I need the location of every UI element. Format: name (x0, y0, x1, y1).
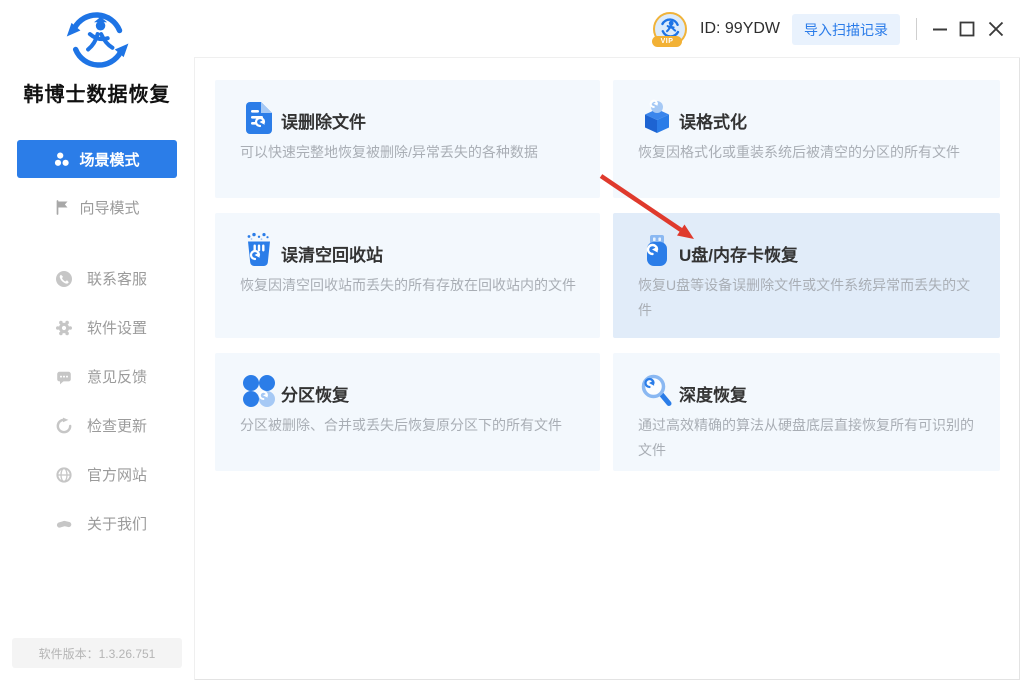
sidebar-item-settings[interactable]: 软件设置 (0, 303, 194, 352)
maximize-button[interactable] (955, 17, 979, 41)
card-title: U盘/内存卡恢复 (679, 246, 798, 265)
flag-icon (57, 200, 68, 215)
sidebar-item-label: 检查更新 (87, 418, 148, 435)
magnifier-restore-icon (641, 374, 672, 406)
card-title: 分区恢复 (281, 386, 349, 405)
card-title: 误清空回收站 (281, 246, 383, 265)
minimize-icon (933, 28, 947, 31)
card-description: 恢复因格式化或重装系统后被清空的分区的所有文件 (638, 144, 960, 160)
card-description: 恢复因清空回收站而丢失的所有存放在回收站内的文件 (240, 277, 576, 293)
card-usb-recovery[interactable]: U盘/内存卡恢复 恢复U盘等设备误删除文件或文件系统异常而丢失的文件 (613, 213, 1000, 338)
version-label: 软件版本：1.3.26.751 (12, 638, 182, 668)
cube-restore-icon (645, 99, 669, 133)
sidebar-item-label: 官方网站 (87, 467, 148, 484)
vip-badge: VIP (652, 36, 682, 47)
sidebar-menu: 联系客服 软件设置 意见反馈 检查更新 官方网站 关于我们 (0, 254, 194, 548)
vip-avatar[interactable]: VIP (652, 12, 687, 47)
partition-restore-icon (243, 375, 275, 407)
usb-restore-icon (646, 235, 667, 266)
sidebar-item-about-us[interactable]: 关于我们 (0, 499, 194, 548)
sidebar-item-label: 意见反馈 (87, 369, 148, 386)
import-scan-records-button[interactable]: 导入扫描记录 (792, 14, 900, 45)
phone-icon (56, 270, 72, 287)
comment-icon (57, 371, 71, 384)
app-title: 韩博士数据恢复 (23, 84, 171, 106)
card-description: 通过高效精确的算法从硬盘底层直接恢复所有可识别的文件 (638, 417, 974, 458)
card-partition-recovery[interactable]: 分区恢复 分区被删除、合并或丢失后恢复原分区下的所有文件 (215, 353, 600, 471)
sidebar-item-label: 联系客服 (87, 271, 148, 288)
close-icon (988, 21, 1004, 37)
card-title: 误删除文件 (281, 113, 366, 132)
sidebar-item-official-website[interactable]: 官方网站 (0, 450, 194, 499)
window-controls-divider (916, 18, 917, 40)
recycle-bin-restore-icon (247, 232, 270, 267)
sidebar-item-label: 关于我们 (87, 516, 148, 533)
close-button[interactable] (984, 17, 1008, 41)
card-recycle-bin[interactable]: 误清空回收站 恢复因清空回收站而丢失的所有存放在回收站内的文件 (215, 213, 600, 338)
scene-cards-grid: 误删除文件 可以快速完整地恢复被删除/异常丢失的各种数据 误格式化 恢复因格式化… (215, 80, 1000, 471)
globe-icon (56, 466, 72, 483)
title-bar: VIP ID: 99YDW 导入扫描记录 (194, 0, 1020, 58)
app-logo-icon (66, 12, 129, 68)
refresh-icon (56, 417, 72, 433)
handshake-icon (56, 520, 72, 528)
gear-icon (56, 320, 72, 335)
sidebar-item-contact-support[interactable]: 联系客服 (0, 254, 194, 303)
card-description: 可以快速完整地恢复被删除/异常丢失的各种数据 (240, 144, 538, 160)
cluster-circles-icon (55, 152, 70, 166)
card-deep-recovery[interactable]: 深度恢复 通过高效精确的算法从硬盘底层直接恢复所有可识别的文件 (613, 353, 1000, 471)
card-description: 恢复U盘等设备误删除文件或文件系统异常而丢失的文件 (638, 277, 971, 318)
sidebar: 韩博士数据恢复 场景模式 向导模式 联系客服 软件设置 意见反馈 检查更新 官方… (0, 0, 195, 680)
user-id-label: ID: 99YDW (700, 20, 781, 37)
file-restore-icon (246, 102, 272, 134)
card-description: 分区被删除、合并或丢失后恢复原分区下的所有文件 (240, 417, 562, 433)
maximize-icon (959, 21, 975, 37)
card-deleted-files[interactable]: 误删除文件 可以快速完整地恢复被删除/异常丢失的各种数据 (215, 80, 600, 198)
sidebar-item-scene-mode[interactable]: 场景模式 (17, 140, 177, 178)
sidebar-item-label: 软件设置 (87, 320, 148, 337)
sidebar-item-feedback[interactable]: 意见反馈 (0, 352, 194, 401)
card-title: 深度恢复 (679, 386, 747, 405)
sidebar-item-check-update[interactable]: 检查更新 (0, 401, 194, 450)
card-formatted[interactable]: 误格式化 恢复因格式化或重装系统后被清空的分区的所有文件 (613, 80, 1000, 198)
card-title: 误格式化 (679, 113, 747, 132)
sidebar-item-wizard-mode[interactable]: 向导模式 (17, 190, 177, 224)
minimize-button[interactable] (928, 17, 952, 41)
wizard-mode-label: 向导模式 (79, 199, 140, 217)
scene-mode-label: 场景模式 (79, 151, 140, 169)
